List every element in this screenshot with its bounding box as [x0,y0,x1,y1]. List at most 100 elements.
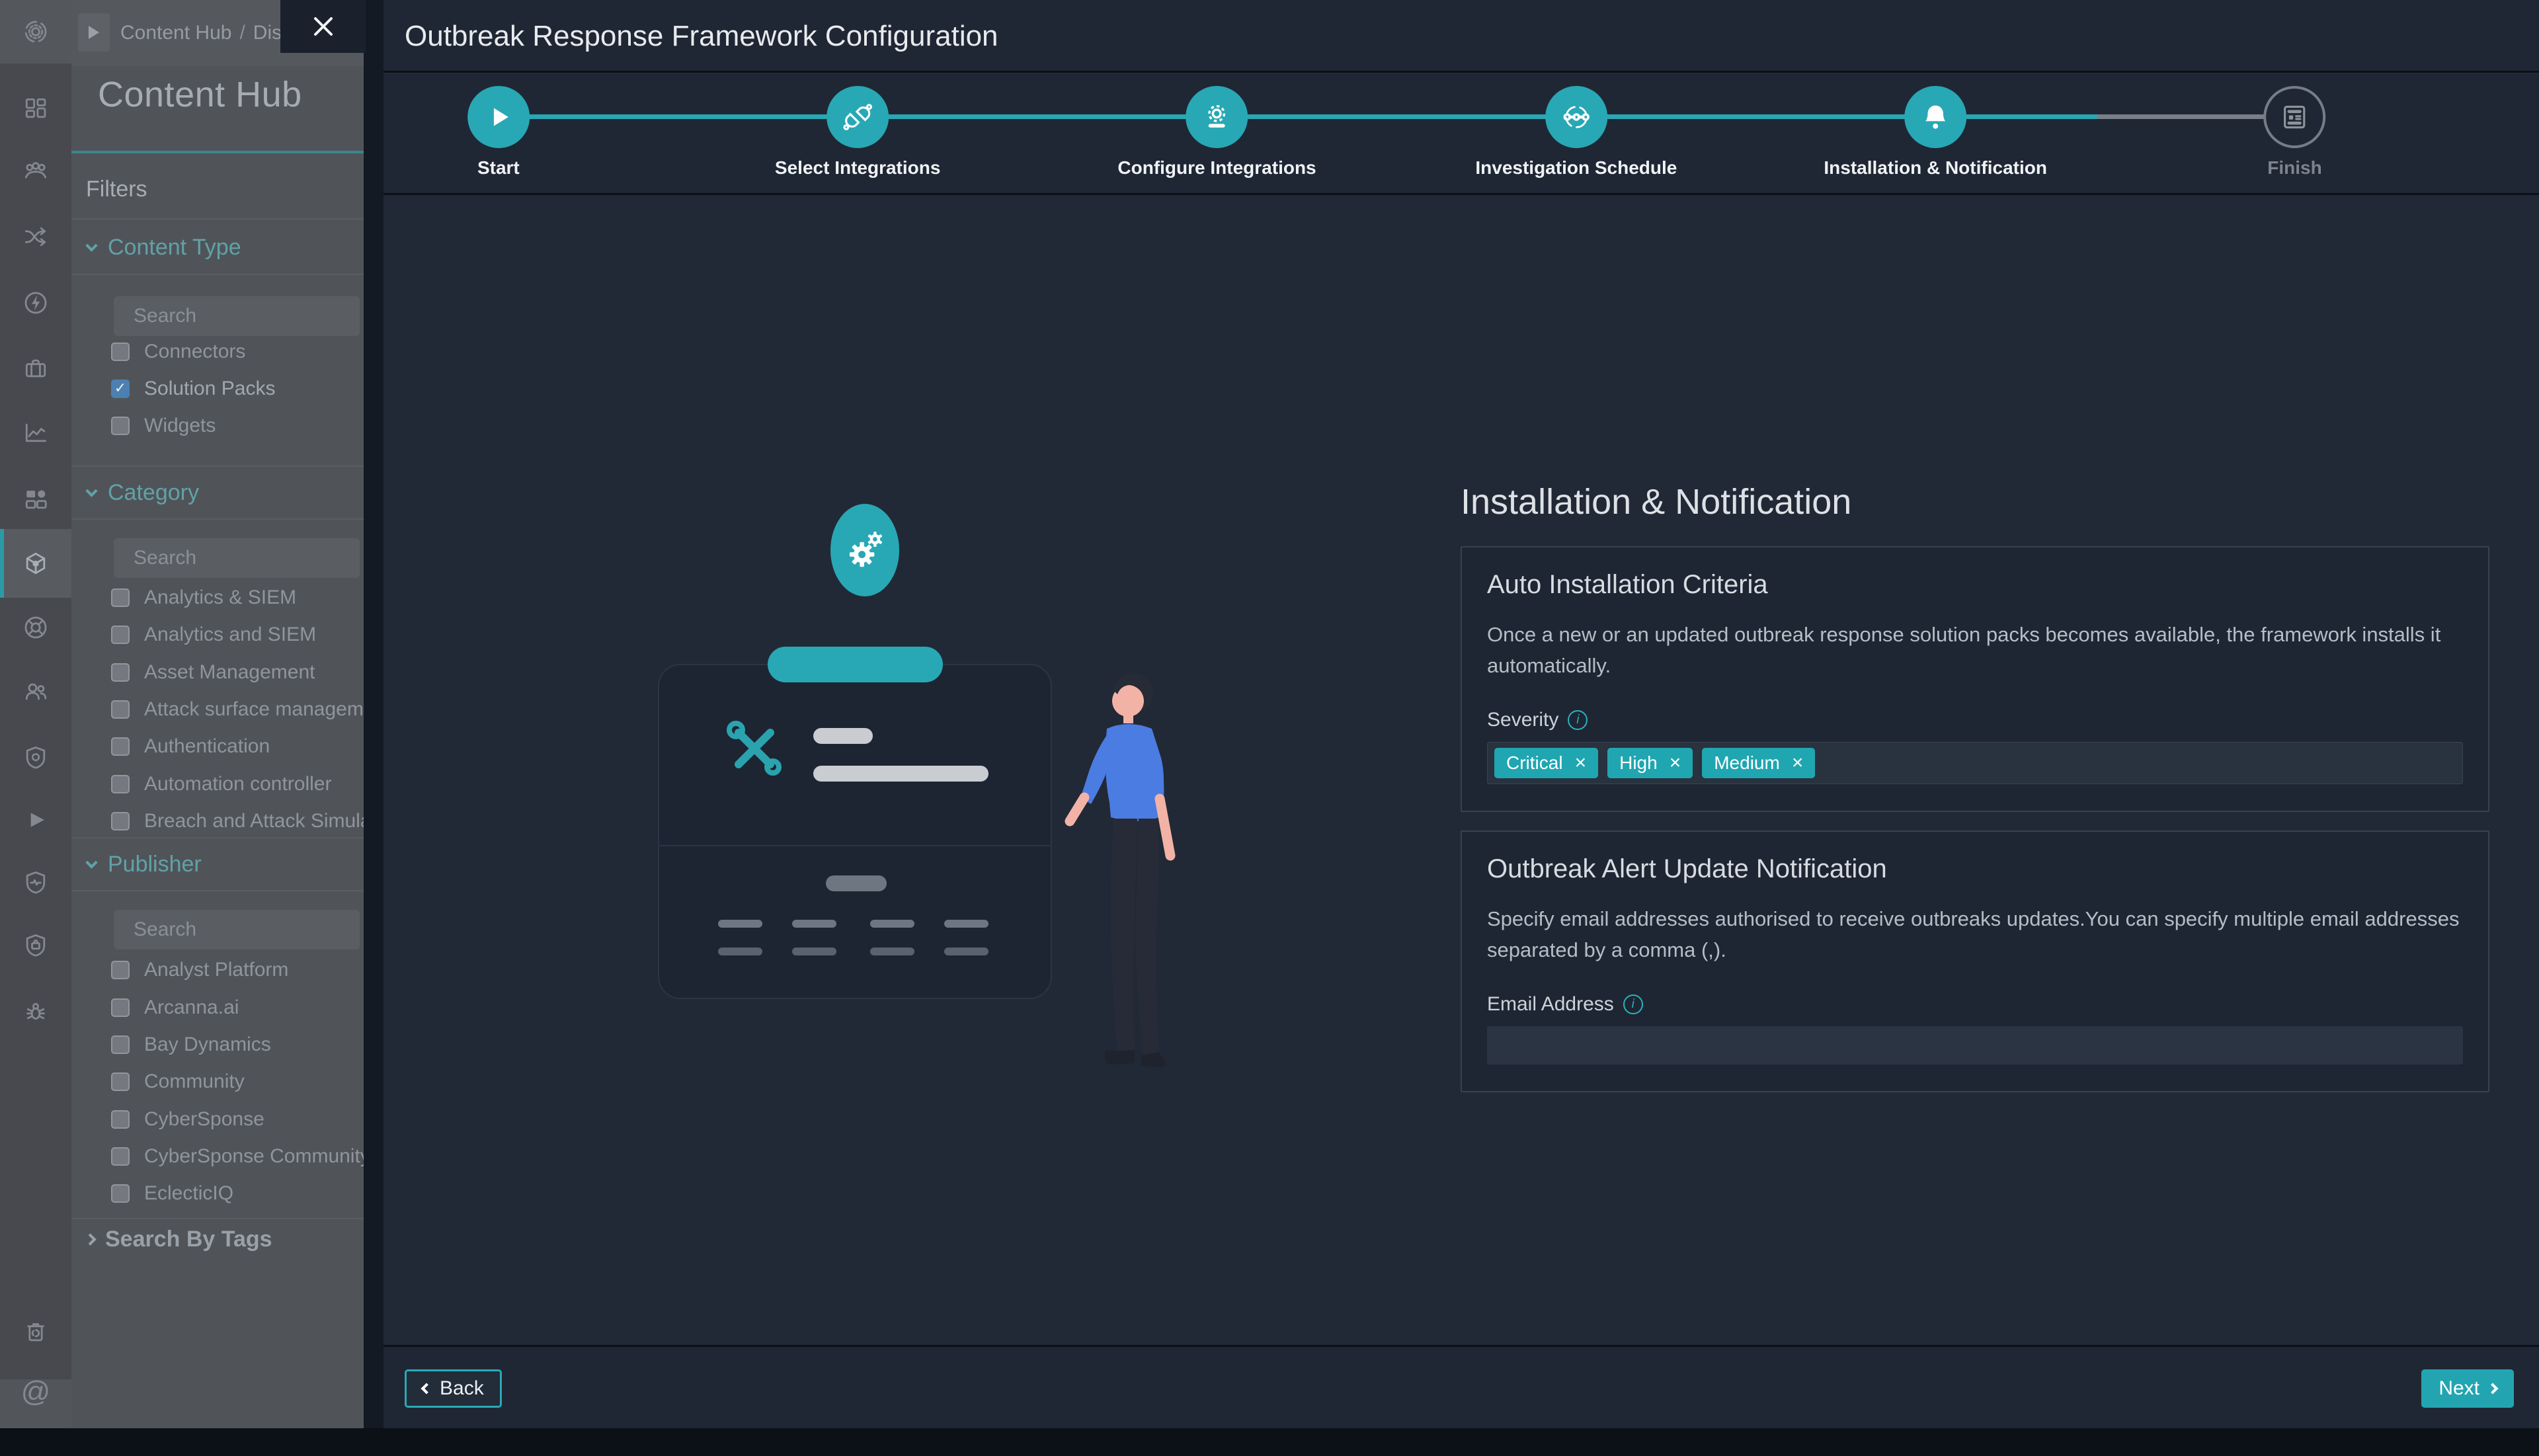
filter-group-publisher[interactable]: Publisher [71,837,364,891]
close-button[interactable] [280,0,366,53]
step-circle[interactable] [826,86,889,148]
checkbox[interactable] [111,1110,130,1129]
step-start[interactable]: Start [319,75,678,193]
step-circle[interactable] [1904,86,1966,148]
rail-item-shield-bug[interactable] [0,729,71,787]
solution-pack-card-illustration [658,664,1052,999]
rail-item-mentions[interactable]: @ [0,1363,71,1421]
rail-item-recycle-bin[interactable] [0,1303,71,1361]
email-address-input[interactable] [1487,1026,2463,1065]
search-by-tags[interactable]: Search By Tags [71,1218,364,1259]
checkbox-label: Widgets [144,415,216,437]
placeholder-bar [813,728,873,744]
step-label: Installation & Notification [1824,157,2047,179]
search-input[interactable] [134,305,364,327]
widget-blocks-icon [21,485,50,514]
filter-group-category[interactable]: Category [71,465,364,520]
rail-item-widgets[interactable] [0,470,71,528]
rail-item-users[interactable] [0,663,71,721]
severity-tags-field[interactable]: Critical × High × Medium × [1487,742,2463,784]
summary-icon [2278,101,2311,134]
category-search[interactable] [114,538,360,578]
step-circle[interactable] [2263,86,2325,148]
tag-medium[interactable]: Medium × [1702,748,1815,778]
info-icon[interactable]: i [1568,710,1588,730]
breadcrumb-separator: / [239,22,245,44]
step-finish[interactable]: Finish [2115,75,2474,193]
rail-item-shield-case[interactable] [0,916,71,975]
lifebuoy-icon [21,613,50,642]
team-icon [21,156,50,185]
rail-item-playbooks[interactable] [0,791,71,849]
rail-item-automation[interactable] [0,274,71,332]
rail-item-shuffle[interactable] [0,208,71,266]
checkbox[interactable] [111,1072,130,1091]
tag-close-icon[interactable]: × [1792,753,1804,773]
wizard-steps-bar: Start Select Integrations [383,75,2539,195]
rail-item-content-hub[interactable] [0,529,71,598]
checkbox[interactable] [111,812,130,830]
filter-option-connectors: Connectors [111,333,364,370]
info-icon[interactable]: i [1623,994,1643,1014]
filter-group-label: Publisher [108,837,202,891]
publisher-search[interactable] [114,910,360,950]
content-type-search[interactable] [114,296,360,336]
tag-high[interactable]: High × [1607,748,1693,778]
checkbox[interactable] [111,626,130,644]
checkbox[interactable] [111,588,130,607]
checkbox[interactable] [111,961,130,979]
checkbox[interactable] [111,1184,130,1203]
chevron-right-icon [84,1233,96,1245]
person-illustration [1061,657,1189,1094]
step-investigation-schedule[interactable]: Investigation Schedule [1396,75,1755,193]
rail-item-briefcase[interactable] [0,340,71,398]
checkbox[interactable] [111,737,130,756]
step-label: Configure Integrations [1117,157,1316,179]
step-circle[interactable] [467,86,530,148]
checkbox-label: Connectors [144,341,245,363]
rail-item-team[interactable] [0,142,71,200]
checkbox-label: CyberSponse [144,1108,264,1131]
bell-icon [1919,101,1952,134]
checkbox[interactable] [111,1147,130,1166]
rail-item-shield-pulse[interactable] [0,854,71,912]
tag-label: Medium [1714,752,1780,774]
checkbox[interactable] [111,417,130,435]
back-button[interactable]: Back [405,1369,502,1408]
step-circle[interactable] [1545,86,1607,148]
rail-item-bug[interactable] [0,983,71,1041]
filter-group-content-type[interactable]: Content Type [71,221,364,275]
checkbox[interactable] [111,998,130,1017]
users-icon [21,677,50,706]
modal-title: Outbreak Response Framework Configuratio… [383,0,2539,73]
step-installation-notification[interactable]: Installation & Notification [1756,75,2115,193]
search-input[interactable] [134,547,364,569]
checkbox[interactable] [111,343,130,361]
tag-close-icon[interactable]: × [1575,753,1587,773]
sidebar-expander-button[interactable] [78,13,110,52]
search-input[interactable] [134,918,364,941]
checkbox[interactable] [111,663,130,682]
rail-item-sync[interactable] [0,0,71,63]
shield-briefcase-icon [21,931,50,960]
step-circle[interactable] [1186,86,1248,148]
tag-critical[interactable]: Critical × [1494,748,1598,778]
checkbox-checked[interactable]: ✓ [111,380,130,398]
modal-gap-strip [364,0,383,1428]
tag-close-icon[interactable]: × [1670,753,1681,773]
pipeline-icon [1560,101,1593,134]
outbreak-alert-panel: Outbreak Alert Update Notification Speci… [1461,830,2489,1092]
section-heading: Installation & Notification [1461,481,2489,522]
checkbox[interactable] [111,700,130,719]
step-select-integrations[interactable]: Select Integrations [678,75,1037,193]
rail-item-dashboard[interactable] [0,79,71,138]
tag-label: Critical [1506,752,1563,774]
rail-item-help[interactable] [0,598,71,657]
breadcrumb-content-hub[interactable]: Content Hub [120,22,231,44]
checkbox[interactable] [111,775,130,793]
step-configure-integrations[interactable]: Configure Integrations [1037,75,1396,193]
next-button[interactable]: Next [2421,1369,2514,1408]
checkbox[interactable] [111,1035,130,1054]
play-icon [482,101,515,134]
rail-item-reports[interactable] [0,404,71,462]
